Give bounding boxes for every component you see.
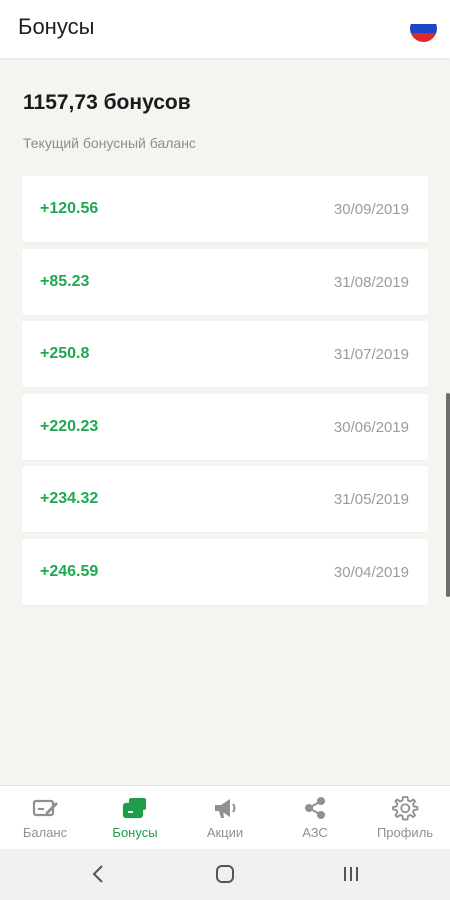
page-title: Бонусы bbox=[18, 14, 95, 39]
share-nodes-icon bbox=[305, 797, 325, 819]
nav-label: АЗС bbox=[302, 825, 328, 840]
megaphone-icon bbox=[215, 799, 236, 818]
transaction-amount: +246.59 bbox=[40, 562, 99, 580]
transaction-card[interactable]: +85.23 31/08/2019 bbox=[22, 248, 428, 315]
nav-item-balance[interactable]: Баланс bbox=[0, 786, 90, 849]
transaction-amount: +234.32 bbox=[40, 490, 99, 508]
nav-item-bonuses[interactable]: Бонусы bbox=[90, 786, 180, 849]
transaction-date: 30/06/2019 bbox=[333, 418, 409, 436]
transaction-date: 30/09/2019 bbox=[333, 201, 409, 218]
nav-item-stations[interactable]: АЗС bbox=[270, 786, 360, 849]
scrollbar[interactable] bbox=[446, 393, 450, 597]
transaction-date: 31/08/2019 bbox=[333, 273, 409, 291]
transaction-card[interactable]: +220.23 30/06/2019 bbox=[22, 393, 428, 460]
system-navigation-bar bbox=[0, 849, 450, 900]
transaction-card[interactable]: +120.56 30/09/2019 bbox=[22, 176, 428, 242]
back-icon[interactable] bbox=[88, 863, 110, 885]
transaction-amount: +120.56 bbox=[40, 200, 99, 217]
nav-label: Акции bbox=[206, 825, 244, 840]
gear-icon bbox=[392, 796, 419, 821]
transaction-date: 31/07/2019 bbox=[333, 346, 409, 364]
russian-flag-icon[interactable] bbox=[410, 15, 437, 42]
nav-label: Бонусы bbox=[112, 825, 158, 840]
recents-icon[interactable] bbox=[340, 863, 362, 885]
transaction-card[interactable]: +234.32 31/05/2019 bbox=[22, 466, 428, 533]
transaction-card[interactable]: +250.8 31/07/2019 bbox=[22, 321, 428, 388]
bonus-balance-caption: Текущий бонусный баланс bbox=[23, 135, 196, 151]
transaction-date: 31/05/2019 bbox=[333, 491, 409, 509]
home-icon[interactable] bbox=[214, 863, 236, 885]
bottom-navigation: Баланс Бонусы Акции АЗС Профиль bbox=[0, 785, 450, 849]
nav-label: Баланс bbox=[22, 825, 68, 840]
app-bar: Бонусы bbox=[0, 0, 450, 58]
balance-edit-icon bbox=[32, 799, 58, 817]
transaction-date: 30/04/2019 bbox=[333, 563, 409, 581]
transaction-amount: +250.8 bbox=[40, 345, 90, 363]
transaction-list: +120.56 30/09/2019 +85.23 31/08/2019 +25… bbox=[22, 176, 428, 612]
transaction-card[interactable]: +246.59 30/04/2019 bbox=[22, 538, 428, 605]
bonus-balance: 1157,73 бонусов bbox=[23, 91, 191, 114]
transaction-amount: +220.23 bbox=[40, 417, 99, 435]
bonus-cards-icon bbox=[122, 798, 146, 819]
nav-label: Профиль bbox=[376, 825, 434, 840]
nav-item-promotions[interactable]: Акции bbox=[180, 786, 270, 849]
transaction-amount: +85.23 bbox=[40, 272, 90, 290]
nav-item-profile[interactable]: Профиль bbox=[360, 786, 450, 849]
